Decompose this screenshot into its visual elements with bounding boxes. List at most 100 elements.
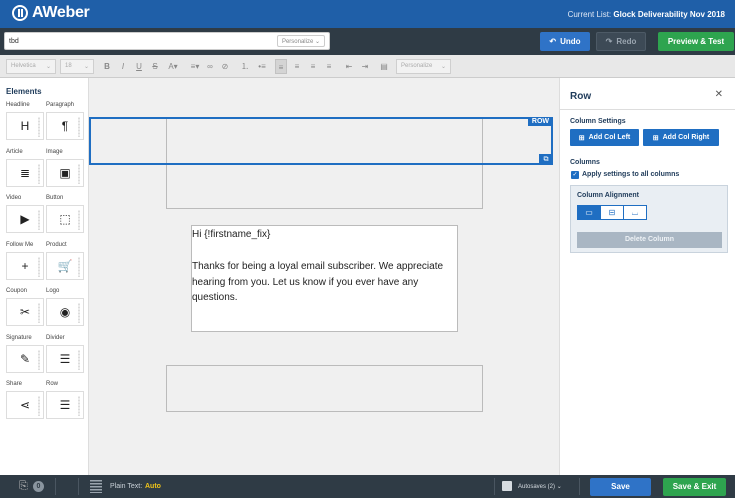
element-logo[interactable]: Logo ◉ [46, 288, 84, 326]
add-col-right-button[interactable]: ⊞ Add Col Right [643, 129, 719, 146]
align-center-icon[interactable]: ≡ [291, 59, 303, 74]
outdent-icon[interactable]: ⇤ [343, 59, 355, 74]
toolbar-personalize-label: Personalize [401, 63, 433, 69]
subject-input[interactable]: tbd Personalize ⌄ [4, 32, 330, 50]
element-label: Divider [46, 334, 65, 341]
font-family-select[interactable]: Helvetica ⌄ [6, 59, 56, 74]
element-video[interactable]: Video ▶ [6, 195, 44, 233]
align-bottom-icon[interactable]: ⌴ [624, 206, 646, 219]
indent-icon[interactable]: ⇥ [359, 59, 371, 74]
row-block-bottom[interactable] [166, 365, 483, 412]
column-alignment-label: Column Alignment [577, 192, 639, 199]
video-icon[interactable]: ▶ [6, 205, 44, 233]
attachment-icon[interactable]: ⎘ [19, 480, 28, 493]
article-icon[interactable]: ≣ [6, 158, 44, 187]
row-icon[interactable]: ☰ [46, 391, 84, 419]
add-column-icon: ⊞ [652, 134, 659, 142]
ordered-list-icon[interactable]: ⒈ [239, 59, 251, 74]
align-justify-icon[interactable]: ≡ [323, 59, 335, 74]
redo-icon: ↷ [605, 37, 613, 46]
element-image[interactable]: Image ▣ [46, 149, 84, 187]
column-alignment-box: Column Alignment ▭ ⊟ ⌴ Delete Column [570, 185, 728, 253]
save-exit-button[interactable]: Save & Exit [663, 478, 726, 496]
align-left-icon[interactable]: ≡ [275, 59, 287, 74]
product-icon[interactable]: 🛒 [46, 251, 84, 280]
element-divider[interactable]: Divider ☰ [46, 335, 84, 373]
font-size-select[interactable]: 18 ⌄ [60, 59, 94, 74]
follow-me-icon[interactable]: + [6, 251, 44, 280]
element-article[interactable]: Article ≣ [6, 149, 44, 187]
element-label: Video [6, 195, 22, 201]
redo-button[interactable]: ↷ Redo [596, 32, 646, 51]
clear-format-icon[interactable]: ▤ [378, 59, 390, 74]
element-share[interactable]: Share ⋖ [6, 381, 44, 419]
subject-personalize-dropdown[interactable]: Personalize ⌄ [276, 35, 325, 47]
undo-button[interactable]: ↶ Undo [540, 32, 590, 51]
close-icon[interactable]: ✕ [715, 89, 723, 100]
paragraph-icon[interactable]: ¶ [46, 112, 84, 140]
bold-icon[interactable]: B [101, 59, 113, 74]
duplicate-row-icon[interactable]: ⧉ [539, 154, 553, 165]
bottom-bar: ⎘ 0 Plain Text: Auto Autosaves (2) ⌄ Sav… [0, 475, 735, 498]
button-icon[interactable]: ⬚ [46, 205, 84, 233]
row-badge: ROW [527, 117, 553, 126]
align-dropdown-icon[interactable]: ≡▾ [187, 59, 203, 74]
text-color-icon[interactable]: A▾ [165, 59, 181, 74]
coupon-icon[interactable]: ✂ [6, 298, 44, 326]
undo-icon: ↶ [549, 37, 557, 46]
image-icon[interactable]: ▣ [46, 158, 84, 187]
align-top-icon[interactable]: ▭ [578, 206, 601, 219]
logo-icon[interactable]: ◉ [46, 298, 84, 326]
element-paragraph[interactable]: Paragraph ¶ [46, 102, 84, 140]
font-family-value: Helvetica [11, 63, 36, 69]
autosaves-dropdown[interactable]: Autosaves (2) ⌄ [518, 483, 562, 490]
element-label: Product [46, 241, 67, 248]
floppy-disk-icon [502, 481, 512, 491]
redo-label: Redo [616, 37, 637, 46]
signature-icon[interactable]: ✎ [6, 344, 44, 373]
plain-text-icon[interactable] [90, 480, 102, 493]
element-coupon[interactable]: Coupon ✂ [6, 288, 44, 326]
subject-personalize-label: Personalize [281, 39, 314, 45]
text-block[interactable]: Hi {!firstname_fix} Thanks for being a l… [191, 225, 458, 332]
headline-icon[interactable]: H [6, 112, 44, 140]
underline-icon[interactable]: U [133, 59, 145, 74]
plain-text-mode[interactable]: Auto [145, 483, 161, 490]
apply-all-checkbox[interactable]: ✓ [571, 171, 579, 179]
element-follow-me[interactable]: Follow Me + [6, 242, 44, 280]
greeting-text: Hi {!firstname_fix} [192, 229, 271, 240]
add-col-left-label: Add Col Left [588, 134, 631, 141]
divider [78, 478, 79, 495]
preview-test-button[interactable]: Preview & Test [658, 32, 734, 51]
link-icon[interactable]: ∞ [204, 59, 216, 74]
email-canvas[interactable]: ROW ⧉ Hi {!firstname_fix} Thanks for bei… [89, 78, 559, 475]
element-label: Coupon [6, 288, 28, 294]
align-right-icon[interactable]: ≡ [307, 59, 319, 74]
element-button[interactable]: Button ⬚ [46, 195, 84, 233]
element-label: Follow Me [6, 241, 34, 248]
save-button[interactable]: Save [590, 478, 651, 496]
chevron-down-icon: ⌄ [314, 39, 320, 45]
current-list-value: Glock Deliverability Nov 2018 [613, 10, 725, 19]
element-headline[interactable]: Headline H [6, 102, 44, 140]
add-col-right-label: Add Col Right [662, 134, 710, 141]
aweber-logo[interactable]: AWeber [12, 4, 90, 22]
selected-row[interactable]: ROW ⧉ [89, 117, 553, 165]
element-signature[interactable]: Signature ✎ [6, 335, 44, 373]
share-icon[interactable]: ⋖ [6, 391, 44, 419]
delete-column-button[interactable]: Delete Column [577, 232, 722, 248]
unlink-icon[interactable]: ⊘ [219, 59, 231, 74]
element-label: Headline [6, 102, 30, 108]
toolbar-personalize-dropdown[interactable]: Personalize ⌄ [396, 59, 451, 74]
strikethrough-icon[interactable]: S [149, 59, 161, 74]
italic-icon[interactable]: I [117, 59, 129, 74]
align-middle-icon[interactable]: ⊟ [601, 206, 624, 219]
unordered-list-icon[interactable]: •≡ [256, 59, 268, 74]
add-col-left-button[interactable]: ⊞ Add Col Left [570, 129, 639, 146]
element-product[interactable]: Product 🛒 [46, 242, 84, 280]
current-list: Current List: Glock Deliverability Nov 2… [568, 10, 725, 19]
divider-icon[interactable]: ☰ [46, 344, 84, 373]
element-row[interactable]: Row ☰ [46, 381, 84, 419]
elements-title: Elements [6, 87, 42, 96]
chevron-down-icon: ⌄ [440, 64, 446, 70]
